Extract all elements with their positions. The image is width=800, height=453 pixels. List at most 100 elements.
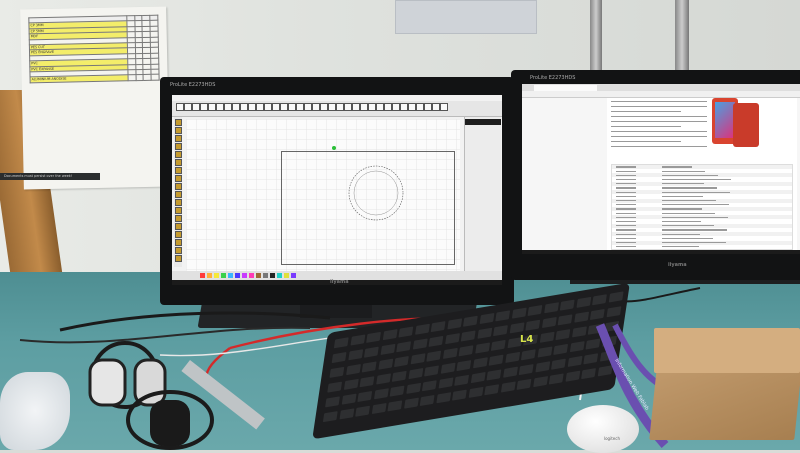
- keyboard-key: [490, 339, 506, 351]
- text-line: [611, 146, 707, 148]
- tool-icon[interactable]: [175, 143, 182, 150]
- toolbar-button[interactable]: [296, 103, 304, 111]
- tool-icon[interactable]: [175, 207, 182, 214]
- toolbar-button[interactable]: [424, 103, 432, 111]
- text-line: [611, 116, 707, 118]
- tool-icon[interactable]: [175, 231, 182, 238]
- toolbar-button[interactable]: [312, 103, 320, 111]
- keyboard-key: [567, 355, 583, 368]
- tool-icon[interactable]: [175, 247, 182, 254]
- tool-icon[interactable]: [175, 223, 182, 230]
- monitor-arm-pole: [675, 0, 689, 75]
- keyboard-key: [575, 296, 591, 308]
- keyboard-key: [421, 380, 437, 392]
- keyboard-key: [474, 342, 490, 354]
- toolbar-button[interactable]: [384, 103, 392, 111]
- keyboard-key: [394, 356, 409, 368]
- toolbar-button[interactable]: [344, 103, 352, 111]
- toolbar-button[interactable]: [304, 103, 312, 111]
- keyboard-key: [592, 294, 607, 306]
- tool-icon[interactable]: [175, 175, 182, 182]
- keyboard-key: [345, 364, 361, 376]
- tool-icon[interactable]: [175, 135, 182, 142]
- toolbar-button[interactable]: [376, 103, 384, 111]
- toolbar-button[interactable]: [200, 103, 208, 111]
- keyboard-key: [462, 315, 478, 327]
- keyboard-key: [537, 346, 552, 358]
- cad-drawing-canvas[interactable]: [186, 119, 460, 271]
- tool-icon[interactable]: [175, 127, 182, 134]
- tool-icon[interactable]: [175, 151, 182, 158]
- toolbar-button[interactable]: [224, 103, 232, 111]
- toolbar-button[interactable]: [360, 103, 368, 111]
- toolbar-button[interactable]: [432, 103, 440, 111]
- browser-address-bar[interactable]: [522, 91, 800, 98]
- toolbar-button[interactable]: [256, 103, 264, 111]
- toolbar-button[interactable]: [232, 103, 240, 111]
- keyboard-key: [414, 323, 430, 335]
- keyboard-key: [405, 382, 421, 394]
- keyboard-key: [527, 304, 543, 317]
- toolbar-button[interactable]: [208, 103, 216, 111]
- wall-board: [395, 0, 537, 34]
- keyboard-key: [606, 306, 621, 318]
- toolbar-button[interactable]: [240, 103, 248, 111]
- toolbar-button[interactable]: [368, 103, 376, 111]
- toolbar-button[interactable]: [400, 103, 408, 111]
- keyboard-key: [396, 341, 412, 353]
- toolbar-button[interactable]: [280, 103, 288, 111]
- keyboard-key: [373, 388, 389, 400]
- keyboard-key: [325, 396, 340, 408]
- text-line: [611, 111, 681, 113]
- keyboard-key: [380, 343, 395, 356]
- keyboard-key: [525, 319, 541, 331]
- toolbar-button[interactable]: [288, 103, 296, 111]
- keyboard-key: [468, 386, 483, 398]
- toolbar-button[interactable]: [352, 103, 360, 111]
- origin-marker: [332, 146, 336, 150]
- toolbar-button[interactable]: [392, 103, 400, 111]
- keyboard-key: [382, 329, 398, 341]
- cad-properties-panel: [464, 117, 501, 272]
- keyboard-key: [555, 329, 571, 341]
- left-monitor-screen: [172, 95, 502, 285]
- keyboard-key: [410, 353, 426, 365]
- keyboard-key: [435, 392, 451, 404]
- toolbar-button[interactable]: [272, 103, 280, 111]
- tool-icon[interactable]: [175, 167, 182, 174]
- tool-icon[interactable]: [175, 239, 182, 246]
- keyboard-key: [442, 347, 458, 360]
- tool-icon[interactable]: [175, 183, 182, 190]
- keyboard-key: [486, 369, 502, 381]
- keyboard-key: [564, 370, 580, 382]
- tool-icon[interactable]: [175, 215, 182, 222]
- toolbar-button[interactable]: [320, 103, 328, 111]
- toolbar-button[interactable]: [328, 103, 336, 111]
- toolbar-button[interactable]: [176, 103, 184, 111]
- toolbar-button[interactable]: [248, 103, 256, 111]
- toolbar-button[interactable]: [336, 103, 344, 111]
- keyboard-key: [488, 354, 504, 366]
- tool-icon[interactable]: [175, 191, 182, 198]
- toolbar-button[interactable]: [184, 103, 192, 111]
- keyboard-key: [333, 337, 349, 349]
- toolbar-button[interactable]: [216, 103, 224, 111]
- material-cell: [135, 74, 144, 81]
- toolbar-button[interactable]: [440, 103, 448, 111]
- toolbar-button[interactable]: [408, 103, 416, 111]
- toolbar-button[interactable]: [192, 103, 200, 111]
- material-cell: [151, 74, 160, 81]
- tool-icon[interactable]: [175, 255, 182, 262]
- keyboard-key: [440, 362, 456, 374]
- tool-icon[interactable]: [175, 119, 182, 126]
- keyboard-key: [355, 405, 370, 417]
- keyboard-key: [454, 374, 470, 386]
- tool-icon[interactable]: [175, 159, 182, 166]
- keyboard-key: [539, 331, 555, 343]
- toolbar-button[interactable]: [264, 103, 272, 111]
- toolbar-button[interactable]: [416, 103, 424, 111]
- material-table: CP 3MM CP 5MM MDF PES CUT PES ENGRAVE PVC PVC …: [28, 15, 160, 83]
- keyboard-key: [534, 361, 550, 373]
- tool-icon[interactable]: [175, 199, 182, 206]
- text-line: [611, 126, 681, 128]
